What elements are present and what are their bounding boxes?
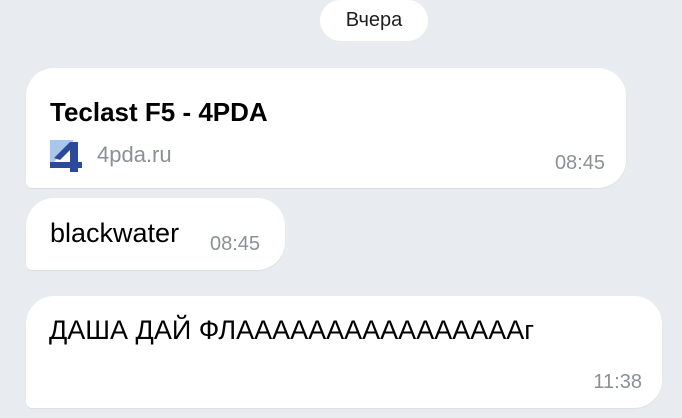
message-text: blackwater	[50, 218, 180, 248]
link-message[interactable]: Teclast F5 - 4PDA 4pda.ru 08:45	[26, 68, 626, 188]
message-time: 11:38	[593, 371, 642, 393]
date-separator: Вчера	[320, 0, 428, 41]
link-domain[interactable]: 4pda.ru	[97, 142, 172, 168]
text-message[interactable]: blackwater 08:45	[26, 198, 285, 270]
message-time: 08:45	[554, 152, 605, 174]
4pda-logo-icon	[50, 140, 82, 172]
message-text: ДАША ДАЙ ФЛААААААААААААААААг	[49, 315, 535, 345]
link-title[interactable]: Teclast F5 - 4PDA	[50, 97, 268, 128]
message-time: 08:45	[210, 233, 261, 255]
text-message[interactable]: ДАША ДАЙ ФЛААААААААААААААААг 11:38	[26, 296, 662, 408]
